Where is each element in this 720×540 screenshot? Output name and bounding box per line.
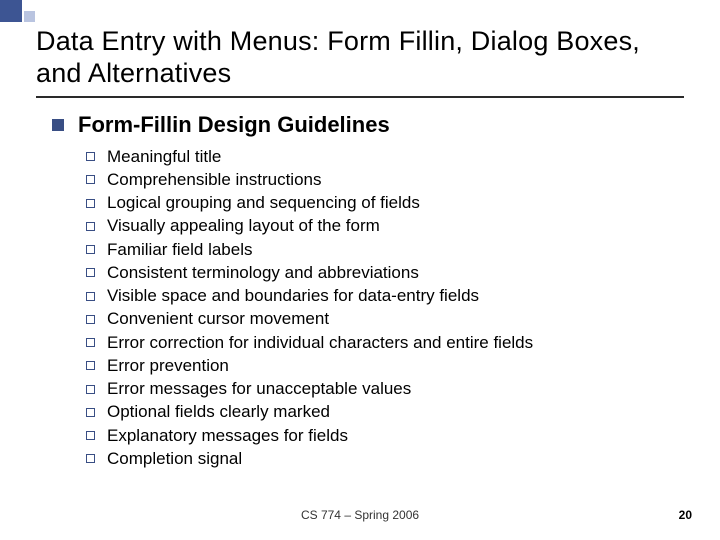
square-outline-bullet-icon [86, 175, 95, 184]
list-item: Completion signal [86, 448, 684, 470]
square-outline-bullet-icon [86, 245, 95, 254]
square-outline-bullet-icon [86, 292, 95, 301]
square-bullet-icon [52, 119, 64, 131]
square-outline-bullet-icon [86, 315, 95, 324]
square-outline-bullet-icon [86, 385, 95, 394]
list-item-text: Convenient cursor movement [107, 308, 329, 330]
list-item: Optional fields clearly marked [86, 401, 684, 423]
list-item-text: Error correction for individual characte… [107, 332, 533, 354]
list-item-text: Visible space and boundaries for data-en… [107, 285, 479, 307]
square-outline-bullet-icon [86, 338, 95, 347]
list-item: Error messages for unacceptable values [86, 378, 684, 400]
slide-body: Form-Fillin Design Guidelines Meaningful… [0, 98, 720, 470]
guideline-list: Meaningful titleComprehensible instructi… [52, 146, 684, 470]
slide: Data Entry with Menus: Form Fillin, Dial… [0, 0, 720, 540]
square-outline-bullet-icon [86, 199, 95, 208]
list-item-text: Familiar field labels [107, 239, 253, 261]
title-area: Data Entry with Menus: Form Fillin, Dial… [0, 0, 720, 98]
heading-row: Form-Fillin Design Guidelines [52, 112, 684, 138]
square-outline-bullet-icon [86, 454, 95, 463]
footer: CS 774 – Spring 2006 20 [0, 508, 720, 528]
list-item-text: Logical grouping and sequencing of field… [107, 192, 420, 214]
list-item-text: Meaningful title [107, 146, 221, 168]
list-item-text: Visually appealing layout of the form [107, 215, 380, 237]
list-item: Visible space and boundaries for data-en… [86, 285, 684, 307]
list-item: Convenient cursor movement [86, 308, 684, 330]
list-item: Logical grouping and sequencing of field… [86, 192, 684, 214]
square-outline-bullet-icon [86, 152, 95, 161]
list-item: Consistent terminology and abbreviations [86, 262, 684, 284]
slide-title: Data Entry with Menus: Form Fillin, Dial… [36, 26, 684, 90]
accent-square-small [24, 11, 35, 22]
list-item: Error correction for individual characte… [86, 332, 684, 354]
list-item: Familiar field labels [86, 239, 684, 261]
accent-square-large [0, 0, 22, 22]
square-outline-bullet-icon [86, 361, 95, 370]
list-item-text: Completion signal [107, 448, 242, 470]
list-item-text: Comprehensible instructions [107, 169, 322, 191]
list-item-text: Error prevention [107, 355, 229, 377]
list-item-text: Error messages for unacceptable values [107, 378, 411, 400]
square-outline-bullet-icon [86, 431, 95, 440]
list-item: Meaningful title [86, 146, 684, 168]
square-outline-bullet-icon [86, 408, 95, 417]
footer-course: CS 774 – Spring 2006 [301, 508, 419, 522]
list-item: Error prevention [86, 355, 684, 377]
list-item: Explanatory messages for fields [86, 425, 684, 447]
list-item: Comprehensible instructions [86, 169, 684, 191]
list-item-text: Optional fields clearly marked [107, 401, 330, 423]
square-outline-bullet-icon [86, 222, 95, 231]
accent-bar [0, 0, 35, 22]
section-heading: Form-Fillin Design Guidelines [78, 112, 390, 138]
list-item-text: Consistent terminology and abbreviations [107, 262, 419, 284]
square-outline-bullet-icon [86, 268, 95, 277]
list-item-text: Explanatory messages for fields [107, 425, 348, 447]
list-item: Visually appealing layout of the form [86, 215, 684, 237]
footer-page-number: 20 [679, 508, 692, 522]
